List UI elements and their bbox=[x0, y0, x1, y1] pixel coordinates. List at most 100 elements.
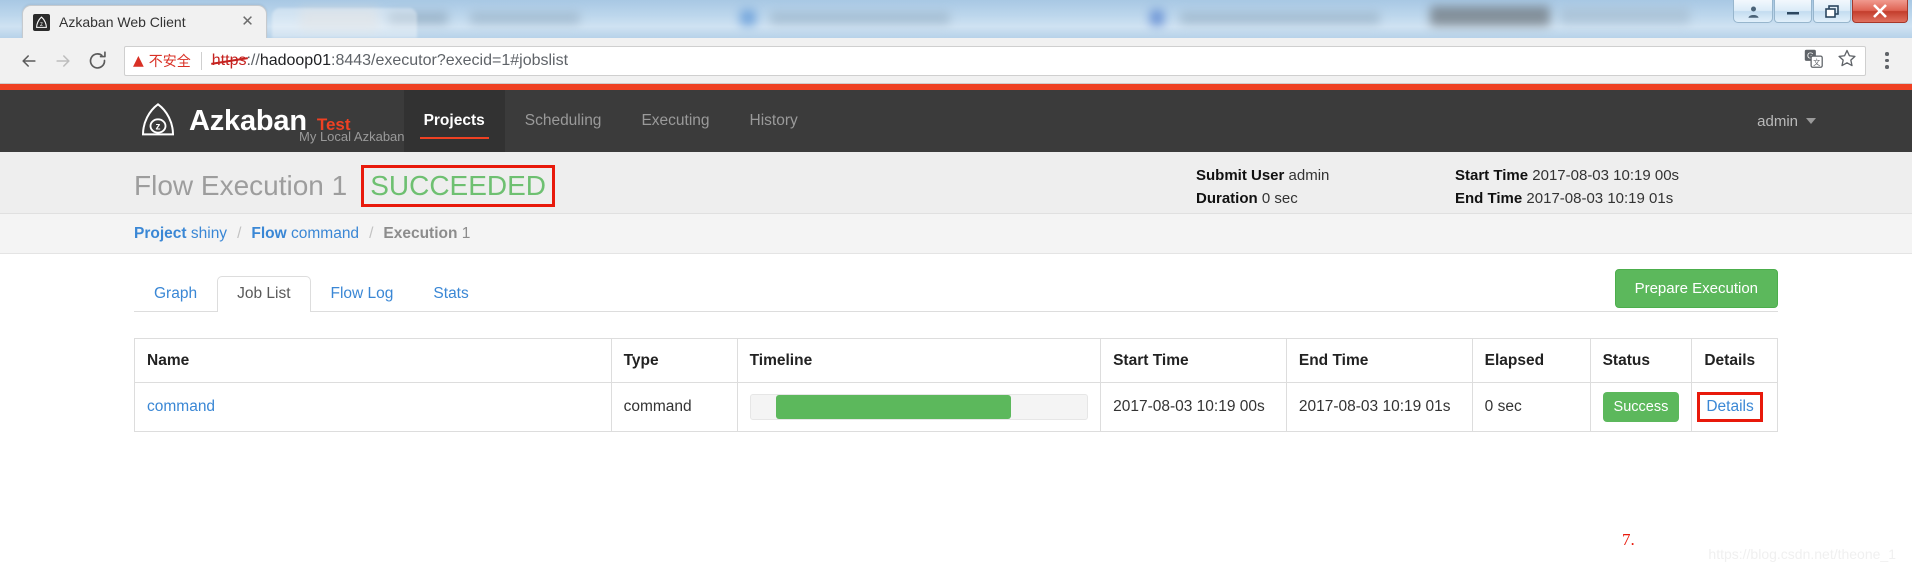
end-time-row: End Time 2017-08-03 10:19 01s bbox=[1455, 187, 1679, 210]
back-button[interactable] bbox=[12, 44, 46, 78]
browser-tab-azkaban[interactable]: z Azkaban Web Client ✕ bbox=[22, 5, 267, 38]
minimize-icon bbox=[1787, 12, 1799, 15]
address-bar[interactable]: ▲ 不安全 https://hadoop01:8443/executor?exe… bbox=[124, 45, 1866, 76]
end-time-label: End Time bbox=[1455, 190, 1523, 208]
submit-user-value: admin bbox=[1288, 167, 1330, 184]
brand-name: Azkaban bbox=[189, 104, 307, 137]
submit-user-label: Submit User bbox=[1196, 167, 1285, 184]
job-list-table: Name Type Timeline Start Time End Time E… bbox=[134, 338, 1778, 432]
watermark: https://blog.csdn.net/theone_1 bbox=[1708, 546, 1896, 562]
warning-triangle-icon: ▲ bbox=[133, 52, 144, 69]
details-link[interactable]: Details bbox=[1706, 398, 1753, 415]
browser-toolbar: ▲ 不安全 https://hadoop01:8443/executor?exe… bbox=[0, 38, 1912, 84]
breadcrumb-execution: Execution 1 bbox=[383, 225, 470, 243]
column-header-type[interactable]: Type bbox=[610, 338, 738, 383]
brand-subtitle: My Local Azkaban bbox=[299, 129, 405, 144]
timeline-track bbox=[749, 394, 1089, 420]
start-time-value: 2017-08-03 10:19 00s bbox=[1532, 167, 1680, 184]
omnibox-actions: G 文 bbox=[1804, 48, 1857, 73]
user-menu[interactable]: admin bbox=[1757, 113, 1816, 130]
column-header-name[interactable]: Name bbox=[134, 338, 612, 383]
background-tab-ghost[interactable] bbox=[272, 8, 417, 38]
close-icon bbox=[1873, 4, 1887, 18]
browser-tab-title: Azkaban Web Client bbox=[59, 14, 186, 30]
person-icon bbox=[1748, 6, 1758, 18]
translate-icon[interactable]: G 文 bbox=[1804, 49, 1823, 73]
url-path: :8443/executor?execid=1#jobslist bbox=[331, 51, 569, 69]
timeline-bar bbox=[775, 395, 1012, 419]
cell-start-time: 2017-08-03 10:19 00s bbox=[1100, 382, 1287, 432]
menu-dot-3 bbox=[1885, 65, 1889, 69]
job-list-body: command command 2017-08-03 10:19 00s 201… bbox=[134, 382, 1778, 432]
nav-link-projects[interactable]: Projects bbox=[403, 90, 505, 152]
cell-status: Success bbox=[1589, 382, 1693, 432]
security-warning-badge[interactable]: ▲ 不安全 bbox=[133, 51, 191, 71]
execution-meta-col2: Start Time 2017-08-03 10:19 00s End Time… bbox=[1455, 164, 1679, 211]
breadcrumb-project-label: Project bbox=[134, 224, 187, 242]
column-header-details[interactable]: Details bbox=[1691, 338, 1778, 383]
submit-user-row: Submit User admin bbox=[1196, 164, 1329, 187]
bookmark-star-icon[interactable] bbox=[1837, 48, 1857, 73]
column-header-end-time[interactable]: End Time bbox=[1285, 338, 1473, 383]
execution-title-text: Flow Execution 1 bbox=[134, 170, 348, 201]
job-name-link[interactable]: command bbox=[147, 398, 215, 415]
nav-link-executing[interactable]: Executing bbox=[621, 90, 729, 152]
svg-text:z: z bbox=[40, 21, 43, 27]
reload-button[interactable] bbox=[80, 44, 114, 78]
menu-dot-1 bbox=[1885, 52, 1889, 56]
nav-link-history[interactable]: History bbox=[730, 90, 818, 152]
breadcrumb-flow[interactable]: Flow command bbox=[251, 225, 359, 243]
azkaban-app: z Azkaban Test My Local Azkaban Projects… bbox=[0, 84, 1912, 570]
column-header-status[interactable]: Status bbox=[1589, 338, 1693, 383]
breadcrumb-separator-2: / bbox=[369, 224, 374, 242]
cell-job-type: command bbox=[610, 382, 738, 432]
prepare-execution-button[interactable]: Prepare Execution bbox=[1614, 269, 1778, 308]
tab-stats[interactable]: Stats bbox=[413, 276, 488, 312]
breadcrumb-project[interactable]: Project shiny bbox=[134, 225, 227, 243]
main-nav: Projects Scheduling Executing History bbox=[403, 90, 818, 152]
end-time-value: 2017-08-03 10:19 01s bbox=[1526, 190, 1674, 208]
column-header-elapsed[interactable]: Elapsed bbox=[1471, 338, 1591, 383]
window-user-button[interactable] bbox=[1733, 0, 1773, 23]
url-scheme: https bbox=[211, 51, 247, 69]
window-minimize-button[interactable] bbox=[1774, 0, 1812, 23]
tab-flow-log[interactable]: Flow Log bbox=[311, 276, 414, 312]
start-time-label: Start Time bbox=[1455, 167, 1529, 184]
window-close-button[interactable] bbox=[1852, 0, 1908, 23]
annotation-step-number: 7. bbox=[1622, 530, 1635, 549]
duration-row: Duration 0 sec bbox=[1196, 187, 1329, 210]
window-maximize-button[interactable] bbox=[1813, 0, 1851, 23]
tab-strip[interactable]: z Azkaban Web Client ✕ bbox=[0, 0, 1912, 38]
job-list-head: Name Type Timeline Start Time End Time E… bbox=[134, 338, 1778, 383]
nav-link-scheduling[interactable]: Scheduling bbox=[505, 90, 622, 152]
tab-job-list[interactable]: Job List bbox=[217, 276, 311, 312]
azkaban-favicon-icon: z bbox=[33, 13, 50, 31]
window-controls[interactable] bbox=[1732, 0, 1908, 26]
chevron-down-icon bbox=[1806, 118, 1816, 124]
breadcrumb-flow-label: Flow bbox=[251, 224, 287, 242]
app-navbar: z Azkaban Test My Local Azkaban Projects… bbox=[0, 90, 1912, 152]
column-header-start-time[interactable]: Start Time bbox=[1100, 338, 1287, 383]
tab-graph[interactable]: Graph bbox=[134, 276, 217, 312]
cell-end-time: 2017-08-03 10:19 01s bbox=[1285, 382, 1473, 432]
browser-chrome: z Azkaban Web Client ✕ ▲ 不安全 https://had… bbox=[0, 0, 1912, 84]
duration-value: 0 sec bbox=[1261, 190, 1298, 208]
breadcrumb-project-value: shiny bbox=[190, 224, 228, 242]
arrow-left-icon bbox=[22, 54, 36, 67]
column-header-timeline[interactable]: Timeline bbox=[736, 338, 1102, 383]
details-annotation-box: Details bbox=[1697, 392, 1763, 422]
omnibox-divider bbox=[200, 51, 202, 70]
forward-button[interactable] bbox=[46, 44, 80, 78]
breadcrumb: Project shiny / Flow command / Execution… bbox=[0, 214, 1912, 254]
execution-meta: Submit User admin Duration 0 sec Start T… bbox=[1196, 164, 1679, 211]
execution-header: Flow Execution 1 SUCCEEDED Submit User a… bbox=[0, 152, 1912, 214]
browser-menu-button[interactable] bbox=[1874, 52, 1900, 69]
azkaban-logo-icon: z bbox=[138, 101, 178, 141]
user-menu-label: admin bbox=[1757, 112, 1798, 130]
url-text: https://hadoop01:8443/executor?execid=1#… bbox=[212, 52, 568, 70]
breadcrumb-execution-value: 1 bbox=[461, 224, 471, 242]
menu-dot-2 bbox=[1885, 58, 1889, 63]
tab-close-icon[interactable]: ✕ bbox=[239, 14, 256, 31]
cell-details: Details bbox=[1691, 382, 1778, 432]
table-header-row: Name Type Timeline Start Time End Time E… bbox=[134, 338, 1778, 383]
